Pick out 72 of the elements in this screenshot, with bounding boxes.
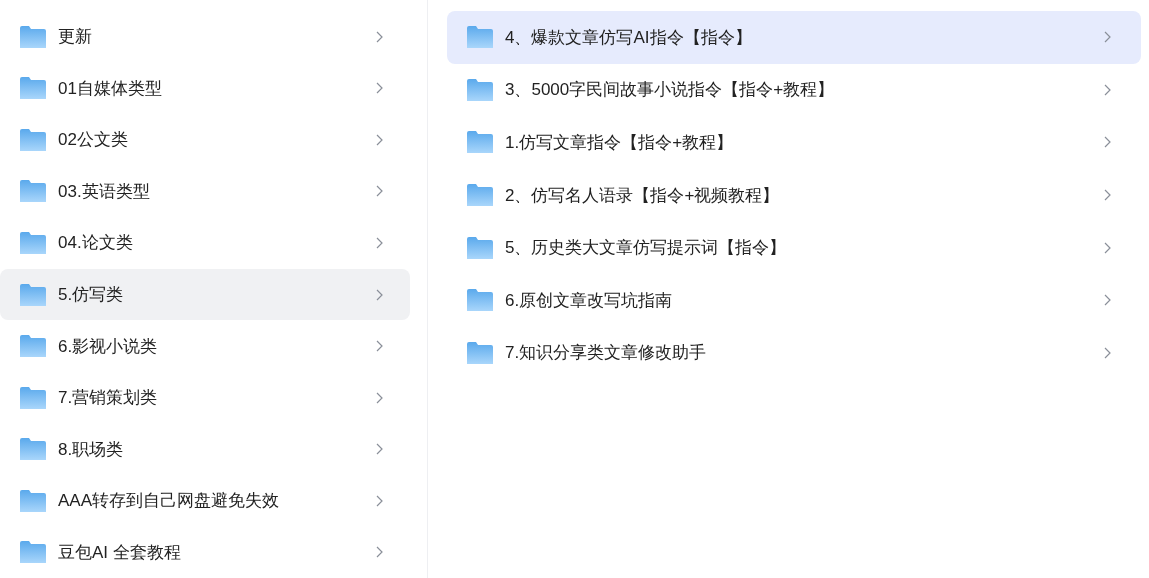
chevron-icon [376,185,383,198]
folder-row[interactable]: 6.原创文章改写坑指南 [447,273,1141,327]
folder-icon [20,231,46,254]
folder-icon [20,386,46,409]
folder-icon [467,131,493,154]
folder-name: 02公文类 [58,129,129,152]
chevron-icon [376,288,383,301]
chevron-icon [376,133,383,146]
folder-name: 7.知识分享类文章修改助手 [505,342,708,365]
folder-name: AAA转存到自己网盘避免失效 [58,490,281,513]
folder-name: 5.仿写类 [58,284,125,306]
folder-name: 4、爆款文章仿写AI指令【指令】 [505,26,753,49]
folder-icon [20,77,46,100]
folder-row[interactable]: 04.论文类 [0,217,410,269]
folder-row[interactable]: 1.仿写文章指令【指令+教程】 [447,116,1141,169]
folder-name: 7.营销策划类 [58,387,159,410]
folder-icon [467,236,493,259]
folder-row[interactable]: 4、爆款文章仿写AI指令【指令】 [447,11,1141,64]
chevron-icon [1104,136,1111,149]
folder-row[interactable]: 03.英语类型 [0,165,410,218]
chevron-icon [376,340,383,353]
folder-name: 5、历史类大文章仿写提示词【指令】 [505,237,788,260]
chevron-icon [376,546,383,559]
folder-row[interactable]: 7.营销策划类 [0,371,410,424]
folder-name: 1.仿写文章指令【指令+教程】 [505,132,735,154]
folder-row[interactable]: 更新 [0,11,410,63]
folder-icon [467,26,493,49]
folder-icon [20,283,46,306]
chevron-icon [1104,31,1111,44]
folder-icon [20,180,46,203]
folder-icon [467,184,493,207]
folder-row[interactable]: 7.知识分享类文章修改助手 [447,326,1141,380]
folder-row[interactable]: 6.影视小说类 [0,320,410,372]
folder-row[interactable]: 02公文类 [0,114,410,166]
folder-name: 6.原创文章改写坑指南 [505,289,674,312]
folder-row[interactable]: AAA转存到自己网盘避免失效 [0,474,410,527]
chevron-icon [376,494,383,507]
folder-name: 豆包AI 全套教程 [58,541,182,564]
chevron-icon [1104,189,1111,202]
folder-row[interactable]: 5.仿写类 [0,268,410,321]
folder-icon [467,289,493,312]
chevron-icon [376,236,383,249]
folder-icon [20,335,46,358]
chevron-icon [376,391,383,404]
folder-row[interactable]: 3、5000字民间故事小说指令【指令+教程】 [447,63,1141,117]
chevron-icon [376,30,383,43]
folder-icon [20,438,46,461]
chevron-icon [1104,83,1111,96]
chevron-icon [1104,346,1111,359]
folder-row[interactable]: 2、仿写名人语录【指令+视频教程】 [447,168,1141,222]
folder-icon [467,341,493,364]
folder-icon [20,541,46,564]
folder-icon [20,128,46,151]
chevron-icon [376,443,383,456]
folder-row[interactable]: 01自媒体类型 [0,62,410,115]
folder-icon [20,489,46,512]
folder-name: 6.影视小说类 [58,335,159,358]
folder-row[interactable]: 8.职场类 [0,423,410,475]
folder-name: 2、仿写名人语录【指令+视频教程】 [505,184,781,207]
chevron-icon [1104,294,1111,307]
folder-row[interactable]: 豆包AI 全套教程 [0,526,410,578]
chevron-icon [1104,241,1111,254]
folder-icon [20,25,46,48]
folder-name: 8.职场类 [58,438,125,461]
folder-name: 03.英语类型 [58,180,151,203]
folder-name: 更新 [58,26,93,49]
folder-icon [467,78,493,101]
folder-row[interactable]: 5、历史类大文章仿写提示词【指令】 [447,221,1141,274]
chevron-icon [376,82,383,95]
folder-name: 04.论文类 [58,232,134,255]
folder-name: 3、5000字民间故事小说指令【指令+教程】 [505,79,836,102]
folder-name: 01自媒体类型 [58,77,163,100]
